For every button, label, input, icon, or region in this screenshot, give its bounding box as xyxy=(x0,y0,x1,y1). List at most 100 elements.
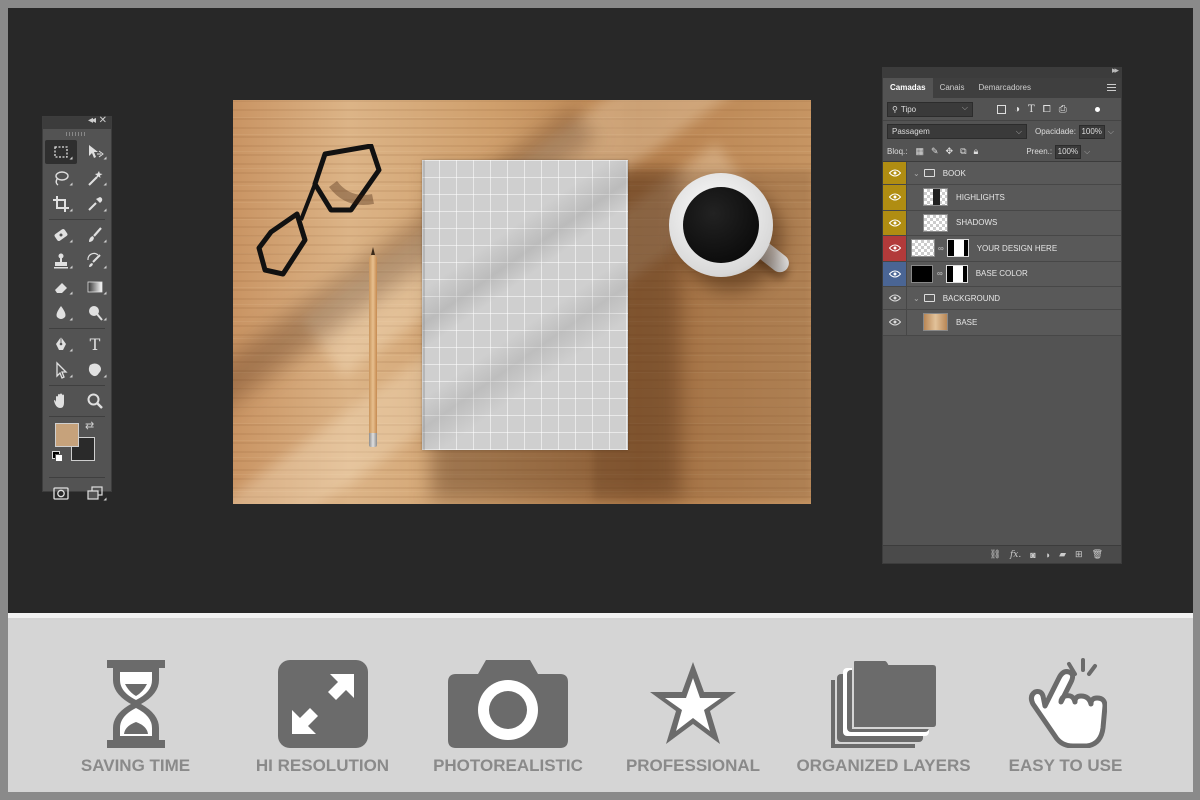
swap-colors-icon[interactable]: ⇄ xyxy=(85,419,94,432)
fill-label: Preen.: xyxy=(1026,147,1053,156)
filter-type-icon[interactable]: T xyxy=(1028,104,1035,115)
blur-icon[interactable] xyxy=(45,301,77,325)
visibility-eye-icon[interactable] xyxy=(883,287,907,309)
book-mockup[interactable] xyxy=(422,160,628,450)
pen-icon[interactable] xyxy=(45,332,77,356)
layer-row-highlights[interactable]: HIGHLIGHTS xyxy=(883,185,1121,211)
eyedropper-icon[interactable] xyxy=(79,192,111,216)
screen-mode-icon[interactable] xyxy=(79,481,111,505)
layer-mask-thumbnail[interactable] xyxy=(946,239,969,258)
close-icon[interactable]: ✕ xyxy=(99,115,107,126)
type-icon[interactable]: T xyxy=(79,332,111,356)
filter-label: Tipo xyxy=(900,104,917,114)
filter-shape-icon[interactable]: ⧠ xyxy=(1043,104,1051,115)
mask-icon[interactable]: ◙ xyxy=(1030,550,1035,560)
history-brush-icon[interactable] xyxy=(79,249,111,273)
panel-grip[interactable] xyxy=(43,129,111,139)
visibility-eye-icon[interactable] xyxy=(883,236,907,261)
filter-adjustment-icon[interactable]: ◑ xyxy=(1014,104,1020,115)
healing-icon[interactable] xyxy=(45,223,77,247)
expand-chevron-icon[interactable]: ⌄ xyxy=(913,169,920,178)
collapse-icon[interactable]: ◂◂ xyxy=(88,115,96,126)
fill-dropdown-icon[interactable]: ⌵ xyxy=(1084,147,1090,157)
visibility-eye-icon[interactable] xyxy=(883,261,907,286)
layers-panel-footer: ⛓︎ fx. ◙ ◑ ▰ ⊞ 🗑︎ xyxy=(883,545,1121,563)
feature-label: HI RESOLUTION xyxy=(255,756,390,775)
layer-row-background[interactable]: ⌄ BACKGROUND xyxy=(883,287,1121,310)
document-canvas[interactable] xyxy=(233,100,811,504)
lock-artboard-icon[interactable]: ⧉ xyxy=(960,146,966,157)
feature-label: PROFESSIONAL xyxy=(625,756,761,775)
foreground-color-swatch[interactable] xyxy=(55,423,79,447)
layer-filter-select[interactable]: ⚲ Tipo ⌵ xyxy=(887,101,973,117)
eraser-icon[interactable] xyxy=(45,275,77,299)
blend-mode-value: Passagem xyxy=(892,127,930,136)
layer-row-base[interactable]: BASE xyxy=(883,310,1121,336)
link-icon[interactable]: ⛓︎ xyxy=(990,549,1001,560)
path-select-icon[interactable] xyxy=(45,358,77,382)
layer-row-base-color[interactable]: ∞ BASE COLOR xyxy=(883,261,1121,287)
crop-icon[interactable] xyxy=(45,192,77,216)
filter-pixel-icon[interactable] xyxy=(997,104,1006,114)
opacity-dropdown-icon[interactable]: ⌵ xyxy=(1108,127,1114,137)
trash-icon[interactable]: 🗑︎ xyxy=(1092,549,1103,560)
opacity-input[interactable]: 100% xyxy=(1078,124,1105,139)
zoom-icon[interactable] xyxy=(79,389,111,413)
pencil-image xyxy=(369,247,377,447)
fx-icon[interactable]: fx. xyxy=(1010,550,1021,560)
lock-position-icon[interactable]: ✥ xyxy=(946,146,954,157)
layers-panel-titlebar[interactable]: ▸▸ xyxy=(883,65,1121,78)
folder-icon xyxy=(923,294,935,302)
layer-row-your-design-here[interactable]: ∞ YOUR DESIGN HERE xyxy=(883,236,1121,262)
layer-name: BASE COLOR xyxy=(975,269,1028,279)
move-icon[interactable] xyxy=(79,140,111,164)
quick-mask-icon[interactable] xyxy=(45,481,77,505)
layer-name: BACKGROUND xyxy=(942,293,1001,303)
layer-thumbnail xyxy=(923,213,948,232)
visibility-eye-icon[interactable] xyxy=(883,210,907,235)
shape-icon[interactable] xyxy=(79,358,111,382)
hand-icon[interactable] xyxy=(45,389,77,413)
layers-icon xyxy=(830,660,938,748)
lasso-icon[interactable] xyxy=(45,166,77,190)
feature-label: ORGANIZED LAYERS xyxy=(796,756,971,775)
hourglass-icon xyxy=(106,660,165,748)
tab-layers[interactable]: Camadas xyxy=(883,78,933,98)
layer-row-shadows[interactable]: SHADOWS xyxy=(883,210,1121,236)
magic-wand-icon[interactable] xyxy=(79,166,111,190)
visibility-eye-icon[interactable] xyxy=(883,185,907,210)
dodge-icon[interactable] xyxy=(79,301,111,325)
default-colors-icon[interactable] xyxy=(52,451,63,462)
tab-channels[interactable]: Canais xyxy=(933,78,972,98)
lock-transparency-icon[interactable]: ▦ xyxy=(915,146,924,157)
brush-icon[interactable] xyxy=(79,223,111,247)
marquee-icon[interactable] xyxy=(45,140,77,164)
layer-row-book[interactable]: ⌄ BOOK xyxy=(883,162,1121,185)
visibility-eye-icon[interactable] xyxy=(883,310,907,335)
collapse-panel-icon[interactable]: ▸▸ xyxy=(1112,65,1119,76)
link-icon: ∞ xyxy=(938,243,944,253)
gradient-icon[interactable] xyxy=(79,275,111,299)
lock-all-icon[interactable]: 🔒︎ xyxy=(974,146,979,157)
layer-mask-thumbnail[interactable] xyxy=(945,264,968,283)
stamp-icon[interactable] xyxy=(45,249,77,273)
layer-name: SHADOWS xyxy=(956,218,998,228)
panel-menu-icon[interactable] xyxy=(1107,84,1116,92)
folder-icon[interactable]: ▰ xyxy=(1059,549,1066,560)
panel-tabs: Camadas Canais Demarcadores xyxy=(883,78,1121,98)
new-layer-icon[interactable]: ⊞ xyxy=(1075,549,1083,560)
visibility-eye-icon[interactable] xyxy=(883,162,907,184)
fill-input[interactable]: 100% xyxy=(1055,144,1082,159)
filter-smart-icon[interactable]: ⎙ xyxy=(1059,104,1067,115)
feature-label: SAVING TIME xyxy=(80,756,191,775)
tab-paths[interactable]: Demarcadores xyxy=(971,78,1037,98)
opacity-label: Opacidade: xyxy=(1035,127,1076,136)
adjustment-icon[interactable]: ◑ xyxy=(1045,550,1050,560)
filter-toggle-icon[interactable] xyxy=(1094,106,1100,112)
lock-pixels-icon[interactable]: ✎ xyxy=(931,146,939,157)
layer-name: BOOK xyxy=(942,168,966,178)
tools-panel-titlebar[interactable]: ◂◂ ✕ xyxy=(43,115,111,129)
blend-mode-select[interactable]: Passagem ⌵ xyxy=(887,124,1027,139)
expand-icon xyxy=(277,660,368,748)
expand-chevron-icon[interactable]: ⌄ xyxy=(913,294,920,303)
